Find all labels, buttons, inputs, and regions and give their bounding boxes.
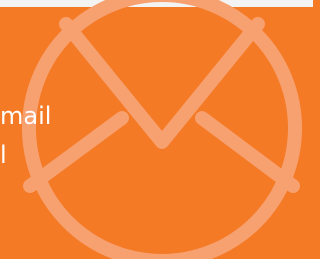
promo-banner: mail l <box>0 0 313 259</box>
banner-text-line-1: mail <box>0 102 52 130</box>
banner-text-line-2: l <box>0 141 7 169</box>
